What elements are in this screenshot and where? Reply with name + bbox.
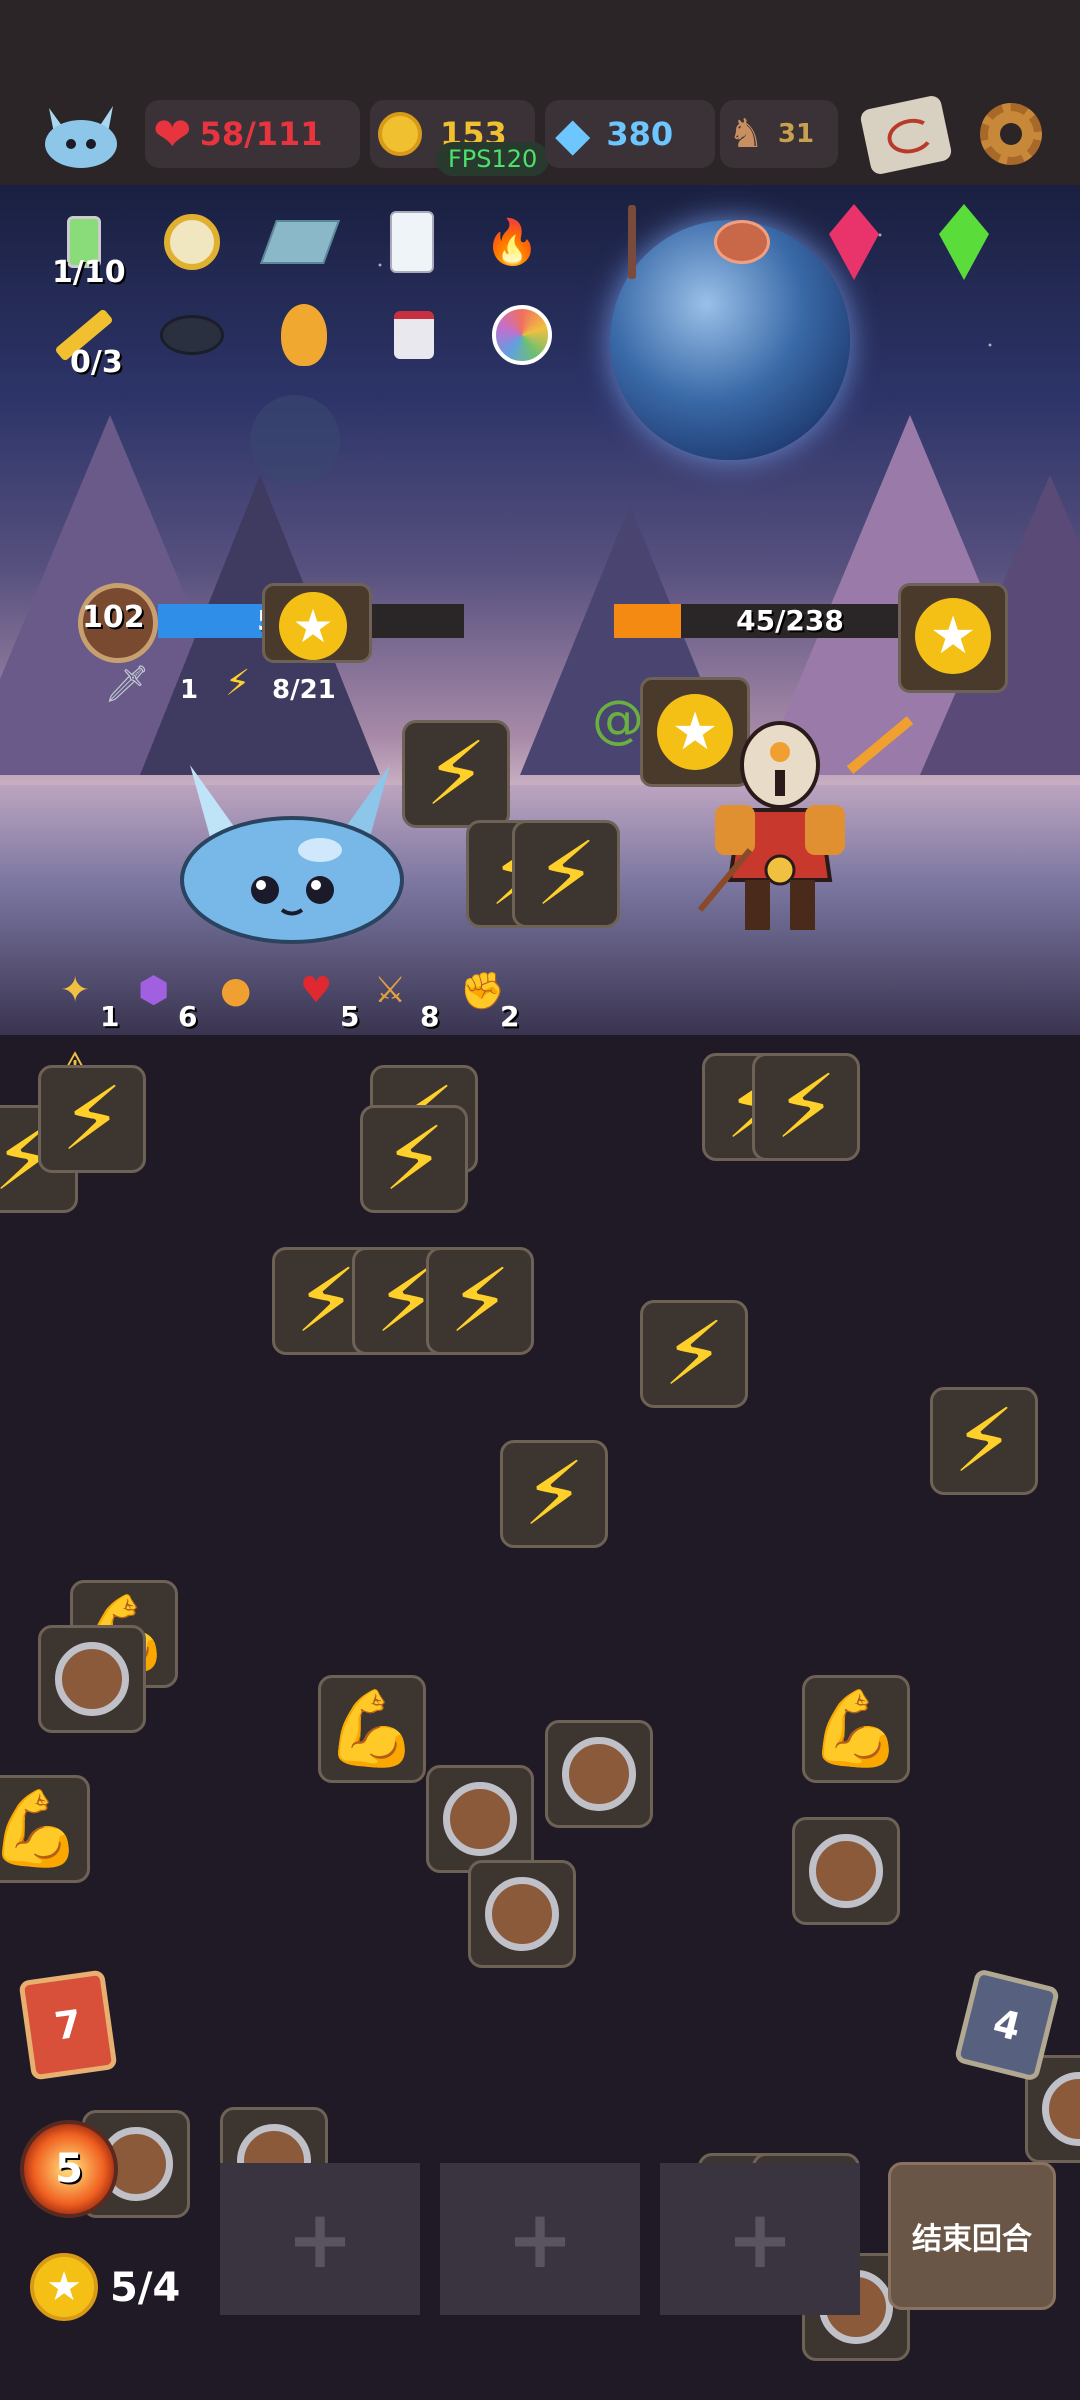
blade-buff-count: 8 xyxy=(420,1000,440,1033)
eyepatch-icon[interactable] xyxy=(160,303,224,367)
map-scroll-icon[interactable] xyxy=(859,94,953,176)
energy-tile[interactable]: ⚡ xyxy=(360,1105,468,1213)
energy-tile[interactable]: ⚡ xyxy=(930,1387,1038,1495)
settings-gear-icon[interactable] xyxy=(980,103,1042,165)
antler-icon: ♞ xyxy=(728,111,764,157)
energy-tile[interactable]: ⚡ xyxy=(752,1053,860,1161)
pear-icon[interactable] xyxy=(272,303,336,367)
energy-tile[interactable]: ⚡ xyxy=(512,820,620,928)
bleeding-heart-icon: ♥ xyxy=(300,970,333,1011)
dice-count: 6 xyxy=(178,1000,198,1033)
blade-buff-icon: ⚔ xyxy=(374,970,407,1011)
strength-tile[interactable]: 💪 xyxy=(0,1775,90,1883)
sword-buff-count: 1 xyxy=(100,1000,120,1033)
energy-tile[interactable]: ⚡ xyxy=(640,1300,748,1408)
fist-count: 2 xyxy=(500,1000,520,1033)
gems-pill: ◆ 380 xyxy=(545,100,715,168)
paw-coin-icon: ● xyxy=(220,970,252,1011)
horns-value: 31 xyxy=(777,119,815,149)
green-crystal-icon[interactable] xyxy=(932,204,996,280)
hp-value: 58/111 xyxy=(199,115,323,153)
fire-orb-count: 5 xyxy=(55,2146,83,2192)
metal-bar-icon[interactable] xyxy=(259,210,341,274)
gems-value: 380 xyxy=(606,115,674,153)
empty-slot-2[interactable]: + xyxy=(440,2163,640,2315)
strength-tile[interactable]: 💪 xyxy=(802,1675,910,1783)
paint-bucket-icon[interactable] xyxy=(382,303,446,367)
shield-tile[interactable] xyxy=(545,1720,653,1828)
red-crystal-icon[interactable] xyxy=(822,204,886,280)
energy-bolt-icon: ⚡ xyxy=(225,663,251,704)
pocket-watch-icon[interactable] xyxy=(160,210,224,274)
dice-icon: ⬢ xyxy=(138,970,170,1011)
star-count: 5/4 xyxy=(110,2265,181,2311)
draw-pile-count: 7 xyxy=(51,2001,85,2049)
sword-buff-icon: ✦ xyxy=(60,970,91,1011)
fist-icon: ✊ xyxy=(460,971,505,1012)
swirl-icon: @ xyxy=(592,690,644,750)
shield-tile[interactable] xyxy=(426,1765,534,1873)
match-fire-icon[interactable]: 🔥 xyxy=(480,210,544,274)
slime-avatar[interactable] xyxy=(35,100,127,170)
dagger-icon[interactable] xyxy=(600,205,664,279)
potion-count: 1/10 xyxy=(52,255,126,290)
player-star-badge[interactable]: ★ xyxy=(262,583,372,663)
enemy-knight-character[interactable] xyxy=(680,690,920,950)
end-turn-button[interactable]: 结束回合 xyxy=(888,2162,1056,2310)
knife-count: 0/3 xyxy=(70,345,123,380)
player-energy: 8/21 xyxy=(272,675,336,705)
enemy-star-badge[interactable]: ★ xyxy=(898,583,1008,693)
energy-tile[interactable]: ⚡ xyxy=(500,1440,608,1548)
heart-icon: ❤ xyxy=(153,107,192,161)
fps-counter: FPS120 xyxy=(436,142,550,176)
shield-tile[interactable] xyxy=(468,1860,576,1968)
draw-pile-card[interactable]: 7 xyxy=(18,1969,118,2081)
color-wheel-icon[interactable] xyxy=(490,303,554,367)
battle-scene: 1/10 🔥 0/3 102 58/111 🗡 1 ⚡ 8/21 45/238 … xyxy=(0,185,1080,1035)
blank-card-icon[interactable] xyxy=(380,210,444,274)
hp-pill: ❤ 58/111 xyxy=(145,100,360,168)
player-level: 102 xyxy=(82,600,145,635)
shield-tile[interactable] xyxy=(792,1817,900,1925)
diamond-icon: ◆ xyxy=(555,107,591,161)
meat-icon[interactable] xyxy=(710,210,774,274)
player-attack: 1 xyxy=(180,675,199,705)
player-slime-character[interactable] xyxy=(170,755,410,945)
energy-tile[interactable]: ⚡ xyxy=(38,1065,146,1173)
discard-pile-count: 4 xyxy=(988,2000,1026,2050)
plus-icon: + xyxy=(506,2192,574,2286)
energy-tile[interactable]: ⚡ xyxy=(402,720,510,828)
strength-tile[interactable]: 💪 xyxy=(318,1675,426,1783)
plus-icon: + xyxy=(726,2192,794,2286)
sword-icon: 🗡 xyxy=(104,664,150,705)
empty-slot-1[interactable]: + xyxy=(220,2163,420,2315)
shield-tile[interactable] xyxy=(38,1625,146,1733)
top-status-bar: ❤ 58/111 153 FPS120 ◆ 380 ♞ 31 xyxy=(0,0,1080,185)
gold-coin-icon xyxy=(378,112,422,156)
fire-orb-icon[interactable]: 5 xyxy=(20,2120,118,2218)
empty-slot-3[interactable]: + xyxy=(660,2163,860,2315)
plus-icon: + xyxy=(286,2192,354,2286)
horns-pill: ♞ 31 xyxy=(720,100,838,168)
energy-tile[interactable]: ⚡ xyxy=(426,1247,534,1355)
bleeding-heart-count: 5 xyxy=(340,1000,360,1033)
star-coin-icon: ★ xyxy=(30,2253,98,2321)
